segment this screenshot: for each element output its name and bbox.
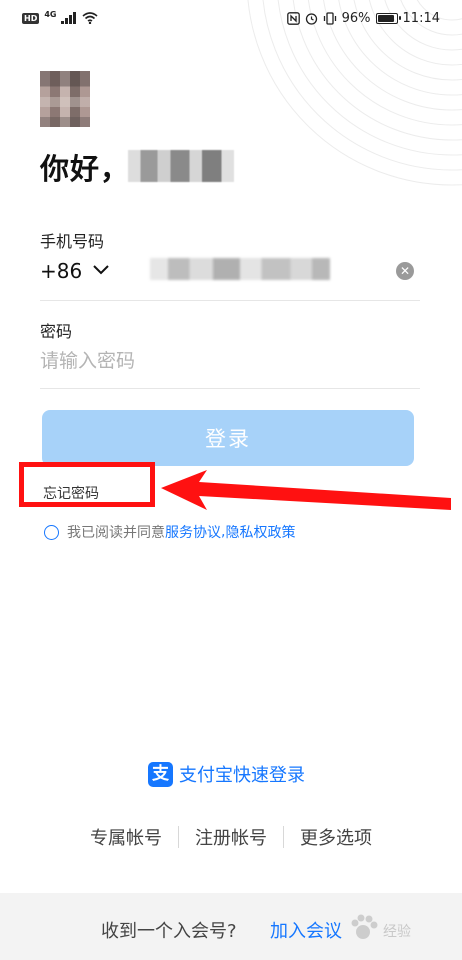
exclusive-account-link[interactable]: 专属帐号 [90,824,162,850]
hd-badge: HD [22,12,40,24]
password-label: 密码 [40,322,73,341]
watermark-text: 经验 [383,924,411,940]
footer-prompt: 收到一个入会号? [101,921,237,942]
agreement-row: 我已阅读并同意 服务协议 , 隐私权政策 [44,522,295,542]
alipay-login-button[interactable]: 支 支付宝快速登录 [148,761,305,787]
join-meeting-link[interactable]: 加入会议 [270,917,342,943]
annotation-arrow [161,470,451,510]
battery-icon [375,12,401,24]
watermark: 经验 [347,912,437,948]
vibrate-icon [323,11,336,25]
link-separator [178,826,179,848]
link-separator [283,826,284,848]
alipay-login-label: 支付宝快速登录 [179,765,305,786]
network-type: 4G [44,9,57,19]
phone-number-input[interactable] [150,258,330,280]
annotation-highlight-box [19,462,155,507]
masked-username [128,150,234,182]
status-bar-right: 96% 11:14 [286,10,440,26]
login-button[interactable]: 登录 [42,410,414,466]
phone-divider [40,300,420,301]
chevron-down-icon[interactable] [92,262,110,276]
battery-level-fill [377,14,394,22]
phone-label: 手机号码 [40,232,105,251]
register-account-link[interactable]: 注册帐号 [195,824,267,850]
battery-percent: 96% [341,10,371,26]
agreement-prefix: 我已阅读并同意 [67,525,165,541]
nfc-icon [286,11,300,25]
privacy-policy-link[interactable]: 隐私权政策 [225,522,295,542]
clear-icon[interactable]: ✕ [396,262,414,280]
avatar [40,71,90,127]
wifi-icon [82,12,99,24]
paw-logo-icon [351,914,378,939]
password-input[interactable] [40,345,400,377]
alipay-icon: 支 [148,761,173,787]
bottom-links: 专属帐号 注册帐号 更多选项 [0,824,462,850]
signal-icon [61,12,77,24]
status-bar: HD 4G 96% 11:14 [0,0,462,36]
greeting-text: 你好， [40,152,131,186]
status-bar-left: HD 4G [22,9,99,24]
service-agreement-link[interactable]: 服务协议 [165,522,221,542]
clock: 11:14 [402,10,440,26]
phone-field: +86 ✕ [40,256,420,290]
country-code-selector[interactable]: +86 [40,259,82,283]
more-options-link[interactable]: 更多选项 [300,824,372,850]
password-divider [40,388,420,389]
agree-radio[interactable] [44,524,59,540]
alarm-icon [305,12,317,25]
